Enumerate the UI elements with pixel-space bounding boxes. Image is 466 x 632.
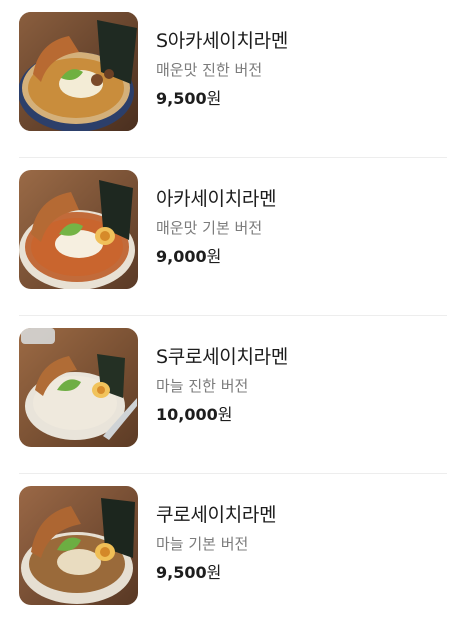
menu-list: S아카세이치라멘 매운맛 진한 버전 9,500원 아카세이치라멘 매운맛 기본…	[0, 0, 466, 616]
menu-item[interactable]: S쿠로세이치라멘 마늘 진한 버전 10,000원	[0, 316, 466, 474]
ramen-bowl-image	[19, 328, 138, 447]
ramen-thumbnail	[19, 170, 138, 289]
menu-item-price: 9,500원	[156, 88, 288, 110]
ramen-bowl-image	[19, 12, 138, 131]
menu-item-info: S아카세이치라멘 매운맛 진한 버전 9,500원	[156, 29, 288, 110]
menu-item-price: 10,000원	[156, 404, 288, 426]
menu-item-description: 마늘 기본 버전	[156, 535, 249, 553]
menu-item[interactable]: S아카세이치라멘 매운맛 진한 버전 9,500원	[0, 0, 466, 158]
ramen-bowl-image	[19, 486, 138, 605]
price-amount: 9,500	[156, 89, 207, 108]
ramen-thumbnail	[19, 12, 138, 131]
ramen-thumbnail	[19, 328, 138, 447]
menu-item-description: 매운맛 진한 버전	[156, 61, 263, 79]
price-currency: 원	[206, 247, 222, 266]
price-amount: 10,000	[156, 405, 218, 424]
menu-item-name: S쿠로세이치라멘	[156, 346, 289, 368]
menu-item[interactable]: 아카세이치라멘 매운맛 기본 버전 9,000원	[0, 158, 466, 316]
menu-item-name: S아카세이치라멘	[156, 30, 289, 52]
menu-item-info: 아카세이치라멘 매운맛 기본 버전 9,000원	[156, 187, 277, 268]
menu-item-description: 마늘 진한 버전	[156, 377, 249, 395]
price-amount: 9,500	[156, 563, 207, 582]
price-amount: 9,000	[156, 247, 207, 266]
menu-item-description: 매운맛 기본 버전	[156, 219, 263, 237]
menu-item-price: 9,000원	[156, 246, 276, 268]
menu-item-name: 쿠로세이치라멘	[156, 504, 277, 526]
price-currency: 원	[206, 89, 222, 108]
price-currency: 원	[206, 563, 222, 582]
menu-item-price: 9,500원	[156, 562, 276, 584]
menu-item-info: S쿠로세이치라멘 마늘 진한 버전 10,000원	[156, 345, 288, 426]
ramen-thumbnail	[19, 486, 138, 605]
price-currency: 원	[217, 405, 233, 424]
menu-item-name: 아카세이치라멘	[156, 188, 277, 210]
menu-item-info: 쿠로세이치라멘 마늘 기본 버전 9,500원	[156, 503, 277, 584]
menu-item[interactable]: 쿠로세이치라멘 마늘 기본 버전 9,500원	[0, 474, 466, 632]
ramen-bowl-image	[19, 170, 138, 289]
